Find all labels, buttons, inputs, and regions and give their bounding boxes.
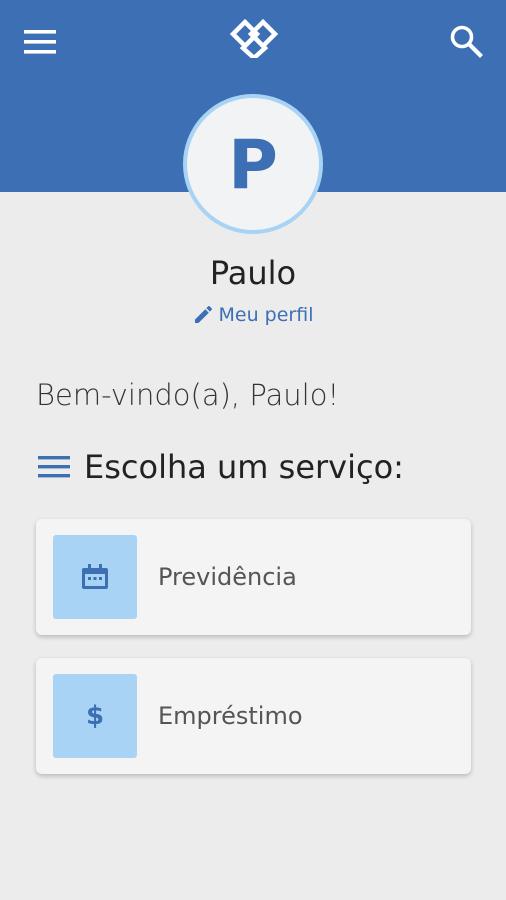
services-title: Escolha um serviço: [84, 448, 404, 486]
menu-button[interactable] [18, 22, 64, 62]
search-button[interactable] [442, 18, 490, 64]
service-card-emprestimo[interactable]: $ Empréstimo [36, 658, 471, 774]
app-screen: P Paulo Meu perfil Bem-vindo(a), Paulo! … [0, 0, 506, 900]
service-icon-box [53, 535, 137, 619]
pencil-icon [194, 305, 212, 323]
avatar: P [183, 94, 323, 234]
app-logo [226, 14, 282, 62]
calendar-icon [82, 564, 108, 589]
services-heading: Escolha um serviço: [38, 448, 404, 486]
diamond-logo-icon [229, 18, 279, 58]
my-profile-label: Meu perfil [218, 304, 314, 326]
menu-icon [24, 30, 56, 54]
dollar-icon: $ [85, 701, 105, 731]
user-name: Paulo [209, 254, 297, 292]
avatar-letter: P [228, 126, 278, 205]
service-card-previdencia[interactable]: Previdência [36, 519, 471, 635]
service-label: Previdência [158, 563, 297, 591]
search-icon [450, 25, 483, 58]
welcome-message: Bem-vindo(a), Paulo! [36, 378, 340, 412]
list-icon [38, 456, 70, 478]
service-icon-box: $ [53, 674, 137, 758]
service-label: Empréstimo [158, 702, 303, 730]
my-profile-link[interactable]: Meu perfil [0, 304, 506, 326]
